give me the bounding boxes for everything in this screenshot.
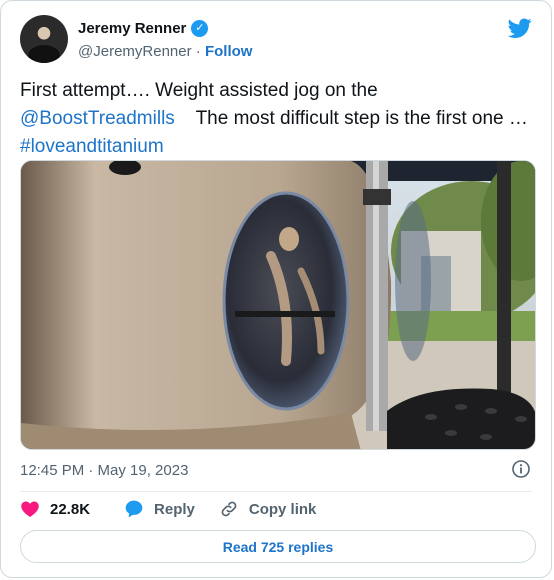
twitter-bird-icon[interactable]: [508, 16, 532, 40]
media-illustration: [21, 161, 535, 449]
link-icon: [221, 501, 237, 517]
author-avatar[interactable]: [20, 15, 68, 63]
reply-button[interactable]: Reply: [124, 499, 195, 519]
follow-button[interactable]: Follow: [205, 43, 253, 60]
author-handle[interactable]: @JeremyRenner: [78, 43, 192, 60]
info-icon[interactable]: [511, 459, 531, 479]
separator-dot: ·: [195, 43, 201, 60]
read-replies-button[interactable]: Read 725 replies: [20, 530, 536, 563]
tweet-text: First attempt…. Weight assisted jog on t…: [20, 77, 540, 161]
reply-label: Reply: [154, 500, 195, 518]
like-button[interactable]: 22.8K: [20, 499, 90, 519]
divider: [20, 491, 532, 492]
reply-bubble-icon: [125, 500, 143, 518]
verified-badge-icon: ✓: [191, 20, 209, 37]
tweet-media-image[interactable]: [20, 160, 536, 450]
tweet-text-part1: First attempt…. Weight assisted jog on t…: [20, 80, 378, 101]
tweet-card: Jeremy Renner ✓ @JeremyRenner · Follow F…: [0, 0, 552, 578]
author-handle-row: @JeremyRenner · Follow: [78, 43, 252, 60]
hashtag-link[interactable]: #loveandtitanium: [20, 136, 164, 157]
copy-link-button[interactable]: Copy link: [219, 499, 317, 519]
copy-link-label: Copy link: [248, 500, 317, 518]
tweet-actions: 22.8K Reply Copy link: [20, 499, 316, 519]
tweet-text-part2: The most difficult step is the first one…: [174, 108, 528, 129]
mention-link[interactable]: @BoostTreadmills: [20, 108, 175, 129]
author-name[interactable]: Jeremy Renner: [78, 20, 186, 37]
tweet-timestamp[interactable]: 12:45 PM · May 19, 2023: [20, 462, 188, 479]
like-count: 22.8K: [50, 500, 91, 518]
author-name-row: Jeremy Renner ✓: [78, 20, 209, 37]
heart-icon: [21, 501, 39, 517]
